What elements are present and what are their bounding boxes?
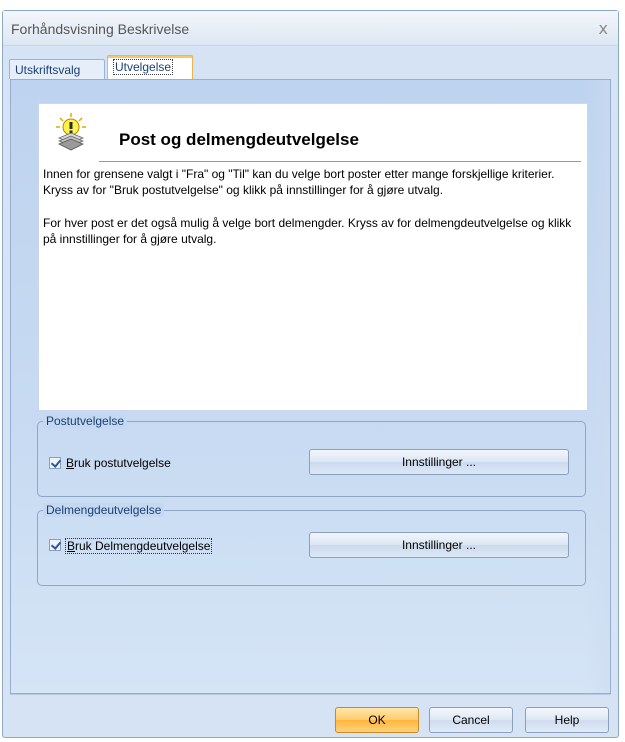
bruk-delmengdeutvelgelse-label[interactable]: Bruk Delmengdeutvelgelse (65, 538, 213, 554)
close-icon[interactable]: x (599, 19, 608, 38)
group-legend: Postutvelgelse (43, 414, 128, 428)
bruk-delmengdeutvelgelse-checkbox[interactable] (49, 539, 61, 551)
info-heading: Post og delmengdeutvelgelse (119, 130, 359, 149)
info-text: Innen for grensene valgt i "Fra" og "Til… (43, 166, 583, 264)
group-legend: Delmengdeutvelgelse (43, 503, 165, 517)
window-title: Forhåndsvisning Beskrivelse (11, 21, 190, 37)
tab-page-utvelgelse: Post og delmengdeutvelgelse Innen for gr… (10, 79, 611, 694)
ok-button[interactable]: OK (335, 707, 419, 733)
dialog-window: Forhåndsvisning Beskrivelse x Utskriftsv… (2, 10, 619, 738)
postutvelgelse-settings-button[interactable]: Innstillinger ... (309, 449, 569, 475)
label-rest: ruk postutvelgelse (74, 456, 171, 470)
delmengdeutvelgelse-group: Delmengdeutvelgelse Bruk Delmengdeutvelg… (37, 503, 586, 586)
title-bar[interactable]: Forhåndsvisning Beskrivelse x (3, 11, 618, 46)
lightbulb-icon (56, 113, 86, 151)
info-panel: Post og delmengdeutvelgelse Innen for gr… (38, 103, 588, 411)
tab-label: Utvelgelse (113, 59, 174, 75)
bruk-postutvelgelse-label[interactable]: Bruk postutvelgelse (66, 456, 171, 470)
info-paragraph-1: Innen for grensene valgt i "Fra" og "Til… (43, 167, 555, 197)
tab-utvelgelse[interactable]: Utvelgelse (107, 55, 193, 79)
tab-label: Utskriftsvalg (15, 63, 81, 77)
help-button[interactable]: Help (525, 707, 609, 733)
bruk-postutvelgelse-checkbox[interactable] (49, 457, 61, 469)
mnemonic-letter: B (66, 456, 75, 470)
delmengdeutvelgelse-settings-button[interactable]: Innstillinger ... (309, 532, 569, 558)
info-paragraph-2: For hver post er det også mulig å velge … (43, 216, 572, 246)
mnemonic-letter: B (67, 539, 76, 553)
heading-divider (99, 161, 581, 162)
tab-utskriftsvalg[interactable]: Utskriftsvalg (9, 59, 105, 79)
postutvelgelse-group: Postutvelgelse Bruk postutvelgelse Innst… (37, 414, 586, 497)
cancel-button[interactable]: Cancel (429, 707, 513, 733)
label-rest: ruk Delmengdeutvelgelse (75, 539, 211, 553)
footer-divider (10, 694, 611, 695)
